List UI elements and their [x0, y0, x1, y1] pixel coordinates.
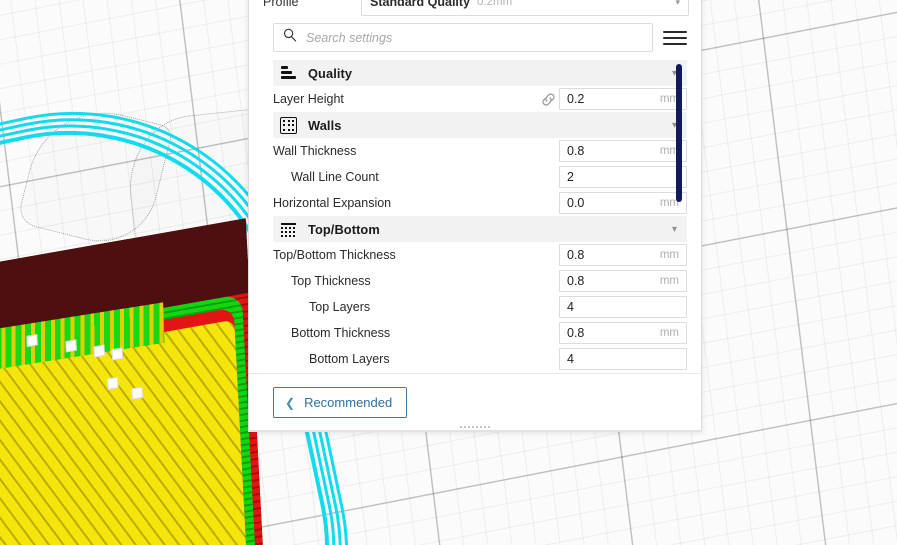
travel-marker	[65, 339, 77, 353]
settings-list-wrapper: Quality ▾ Layer Height 0.2 mm Walls ▾ Wa…	[249, 60, 701, 373]
chevron-left-icon: ❮	[285, 395, 296, 410]
category-title: Walls	[308, 117, 342, 133]
setting-input[interactable]: 0.8 mm	[559, 244, 687, 266]
setting-row-wall-thickness[interactable]: Wall Thickness 0.8 mm	[273, 138, 687, 164]
setting-input[interactable]: 2	[559, 166, 687, 188]
search-box[interactable]: Search settings	[273, 23, 653, 52]
travel-marker	[93, 344, 105, 358]
setting-value: 0.2	[567, 92, 585, 106]
setting-label: Top Layers	[309, 300, 371, 314]
setting-value: 0.8	[567, 144, 585, 158]
print-settings-panel: Profile Standard Quality 0.2mm ▾ Search …	[248, 0, 702, 432]
setting-value: 2	[567, 170, 574, 184]
travel-marker	[107, 376, 119, 390]
setting-label: Wall Thickness	[273, 144, 357, 158]
setting-input[interactable]: 0.8 mm	[559, 140, 687, 162]
setting-label: Layer Height	[273, 92, 344, 106]
setting-value: 4	[567, 300, 574, 314]
sliced-model[interactable]	[0, 218, 268, 545]
profile-dropdown[interactable]: Standard Quality 0.2mm ▾	[361, 0, 689, 16]
setting-row-top-layers[interactable]: Top Layers 4	[273, 294, 687, 320]
category-title: Top/Bottom	[308, 221, 380, 237]
setting-row-top-bottom-thickness[interactable]: Top/Bottom Thickness 0.8 mm	[273, 242, 687, 268]
setting-label: Top/Bottom Thickness	[273, 248, 396, 262]
travel-marker	[131, 386, 143, 400]
category-title: Quality	[308, 65, 353, 81]
link-icon[interactable]	[537, 92, 559, 107]
setting-value: 0.8	[567, 274, 585, 288]
setting-input[interactable]: 0.8 mm	[559, 322, 687, 344]
settings-list: Quality ▾ Layer Height 0.2 mm Walls ▾ Wa…	[249, 60, 701, 373]
hamburger-menu-icon[interactable]	[663, 27, 687, 49]
setting-label: Horizontal Expansion	[273, 196, 392, 210]
top-bottom-icon	[280, 221, 297, 238]
setting-row-top-thickness[interactable]: Top Thickness 0.8 mm	[273, 268, 687, 294]
setting-row-layer-height[interactable]: Layer Height 0.2 mm	[273, 86, 687, 112]
setting-label: Bottom Layers	[309, 352, 390, 366]
setting-input[interactable]: 4	[559, 296, 687, 318]
setting-value: 0.8	[567, 248, 585, 262]
search-input[interactable]: Search settings	[306, 31, 392, 45]
setting-row-horizontal-expansion[interactable]: Horizontal Expansion 0.0 mm	[273, 190, 687, 216]
setting-label: Top Thickness	[291, 274, 371, 288]
profile-name: Standard Quality	[370, 0, 471, 9]
walls-icon	[280, 116, 297, 134]
setting-row-wall-line-count[interactable]: Wall Line Count 2	[273, 164, 687, 190]
chevron-down-icon: ▾	[675, 0, 680, 7]
setting-value: 0.0	[567, 196, 585, 210]
drag-handle-icon[interactable]	[460, 426, 490, 428]
category-header-top-bottom[interactable]: Top/Bottom ▾	[273, 216, 687, 242]
scrollbar-thumb[interactable]	[676, 64, 682, 202]
recommended-button[interactable]: ❮ Recommended	[273, 387, 408, 418]
recommended-button-label: Recommended	[304, 395, 393, 410]
profile-row: Profile Standard Quality 0.2mm ▾	[249, 0, 701, 17]
category-header-quality[interactable]: Quality ▾	[273, 60, 687, 86]
setting-value: 0.8	[567, 326, 585, 340]
setting-input[interactable]: 0.0 mm	[559, 192, 687, 214]
setting-value: 4	[567, 352, 574, 366]
setting-input[interactable]: 0.8 mm	[559, 270, 687, 292]
travel-marker	[26, 334, 38, 348]
search-icon	[283, 28, 297, 47]
setting-input[interactable]: 4	[559, 348, 687, 370]
profile-label: Profile	[263, 0, 299, 9]
panel-bottom-edge	[248, 430, 702, 432]
setting-row-bottom-thickness[interactable]: Bottom Thickness 0.8 mm	[273, 320, 687, 346]
setting-label: Wall Line Count	[291, 170, 379, 184]
settings-scrollbar[interactable]	[676, 64, 682, 373]
travel-marker	[111, 347, 123, 361]
setting-input[interactable]: 0.2 mm	[559, 88, 687, 110]
setting-label: Bottom Thickness	[291, 326, 391, 340]
search-row: Search settings	[249, 17, 701, 60]
quality-icon	[280, 65, 297, 82]
panel-footer: ❮ Recommended	[249, 373, 701, 431]
profile-value: 0.2mm	[477, 0, 513, 8]
category-header-walls[interactable]: Walls ▾	[273, 112, 687, 138]
app-window: Profile Standard Quality 0.2mm ▾ Search …	[0, 0, 897, 545]
setting-row-bottom-layers[interactable]: Bottom Layers 4	[273, 346, 687, 372]
